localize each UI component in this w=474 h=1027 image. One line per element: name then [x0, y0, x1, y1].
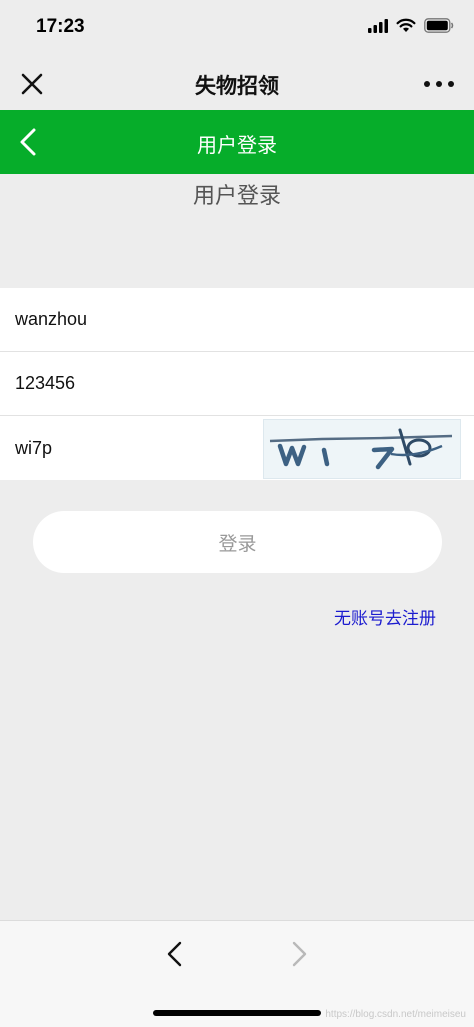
captcha-image[interactable] — [263, 419, 461, 479]
register-link[interactable]: 无账号去注册 — [334, 604, 436, 629]
username-input[interactable] — [15, 288, 455, 351]
status-time: 17:23 — [36, 16, 85, 37]
username-row — [0, 288, 474, 352]
login-button[interactable]: 登录 — [33, 511, 442, 573]
captcha-input[interactable] — [15, 416, 245, 480]
browser-back-icon[interactable] — [163, 939, 187, 969]
app-header-title: 用户登录 — [197, 133, 277, 157]
captcha-image-graphic — [269, 428, 453, 470]
wechat-nav-bar: 失物招领 — [0, 56, 474, 110]
bottom-nav-bar: https://blog.csdn.net/meimeiseu — [0, 920, 474, 1027]
more-icon[interactable] — [422, 70, 456, 98]
signal-icon — [368, 18, 388, 33]
status-icons — [368, 18, 454, 33]
browser-forward-icon[interactable] — [287, 939, 311, 969]
wechat-nav-title: 失物招领 — [195, 74, 279, 98]
status-bar: 17:23 — [0, 0, 474, 56]
password-row — [0, 352, 474, 416]
captcha-row — [0, 416, 474, 480]
page-heading: 用户登录 — [192, 184, 281, 209]
app-header: 用户登录 — [0, 110, 474, 174]
battery-icon — [424, 18, 454, 33]
home-indicator[interactable] — [153, 1010, 321, 1016]
wifi-icon — [396, 18, 416, 32]
watermark: https://blog.csdn.net/meimeiseu — [325, 1009, 466, 1020]
password-input[interactable] — [15, 352, 455, 415]
